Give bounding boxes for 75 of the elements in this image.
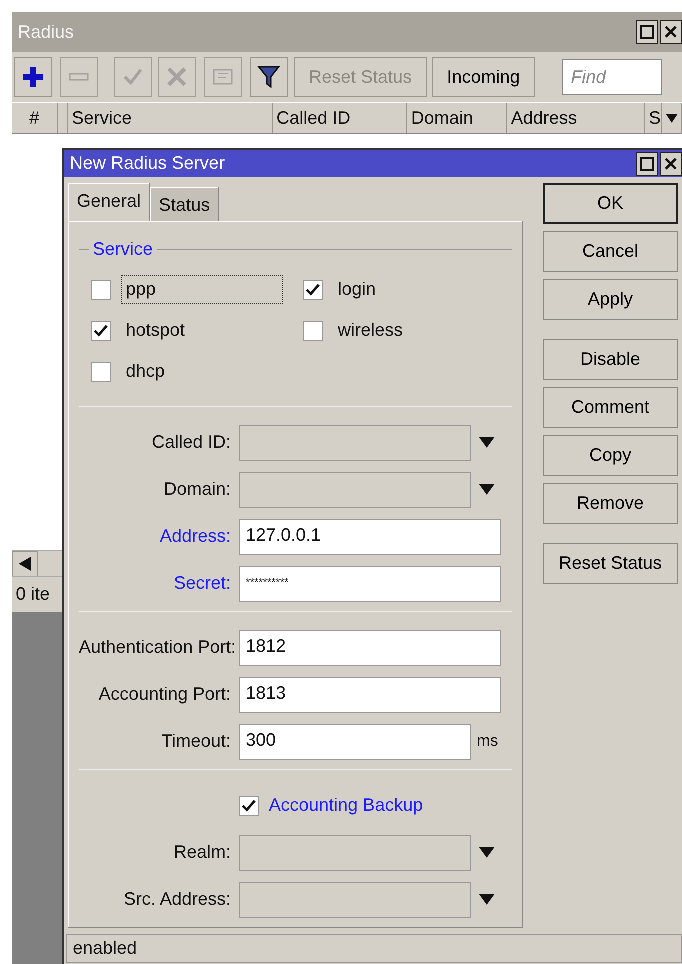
- dropdown-icon: [666, 114, 678, 124]
- dialog-button[interactable]: OK: [543, 183, 678, 224]
- checkmark-icon: [306, 284, 320, 296]
- window-title: Radius: [18, 20, 74, 44]
- column-header: Called ID: [272, 103, 408, 133]
- checkbox-label: ppp: [121, 275, 283, 304]
- dialog-button[interactable]: Disable: [543, 339, 678, 380]
- filter-button[interactable]: [250, 57, 288, 97]
- dialog-button[interactable]: Comment: [543, 387, 678, 428]
- dialog-title: New Radius Server: [70, 152, 226, 175]
- dialog-button[interactable]: Copy: [543, 435, 678, 476]
- close-icon: [664, 25, 678, 39]
- column-header: Domain: [407, 103, 508, 133]
- checkbox-label: wireless: [337, 319, 404, 342]
- field-label: Domain:: [162, 478, 232, 501]
- field-label: Secret:: [172, 572, 232, 595]
- close-button[interactable]: [660, 152, 682, 176]
- input-field[interactable]: 1812: [239, 630, 501, 666]
- left-arrow-icon: [19, 557, 31, 571]
- checkbox-label: login: [337, 278, 378, 301]
- column-header: Address: [507, 103, 646, 133]
- checkbox[interactable]: [91, 362, 111, 382]
- filter-icon: [256, 64, 282, 90]
- plus-button[interactable]: [14, 57, 52, 97]
- dropdown-icon: [479, 484, 495, 496]
- field-label: Called ID:: [150, 431, 232, 454]
- column-header: Service: [68, 103, 273, 133]
- field-label: Authentication Port:: [79, 636, 238, 659]
- toolbar-button[interactable]: Incoming: [432, 57, 536, 97]
- field-label: Timeout:: [160, 730, 232, 753]
- checkbox[interactable]: [239, 796, 259, 816]
- checkbox[interactable]: [303, 280, 323, 300]
- input-field[interactable]: 1813: [239, 676, 501, 712]
- checkbox-label: dhcp: [125, 360, 166, 383]
- find-field[interactable]: Find: [562, 59, 662, 95]
- checkbox-label: Accounting Backup: [268, 794, 424, 817]
- dialog-button[interactable]: Reset Status: [543, 543, 678, 584]
- checkmark-icon: [242, 800, 256, 812]
- dialog-button[interactable]: Apply: [543, 279, 678, 320]
- dropdown-icon: [479, 894, 495, 906]
- checkmark-icon: [94, 324, 108, 336]
- column-header: S: [645, 103, 662, 133]
- input-field[interactable]: **********: [239, 566, 501, 602]
- dropdown-field[interactable]: [239, 882, 471, 918]
- plus-icon: [20, 64, 46, 90]
- dialog-button[interactable]: Cancel: [543, 231, 678, 272]
- maximize-button[interactable]: [636, 152, 658, 176]
- dialog-button[interactable]: Remove: [543, 483, 678, 524]
- section-heading: Service: [79, 236, 512, 263]
- tab[interactable]: General: [68, 183, 150, 221]
- close-icon: [664, 156, 678, 170]
- field-label: Accounting Port:: [98, 683, 232, 706]
- field-label: Src. Address:: [122, 888, 232, 911]
- input-field[interactable]: 127.0.0.1: [239, 518, 501, 554]
- maximize-icon: [640, 156, 654, 170]
- unit-label: ms: [477, 732, 498, 752]
- tab[interactable]: Status: [150, 187, 220, 221]
- column-header: #: [12, 103, 58, 133]
- maximize-button[interactable]: [636, 20, 658, 44]
- dropdown-icon: [479, 436, 495, 448]
- field-label: Address:: [158, 525, 232, 548]
- checkbox[interactable]: [303, 320, 323, 340]
- field-label: Realm:: [172, 841, 232, 864]
- checkbox[interactable]: [91, 280, 111, 300]
- maximize-icon: [640, 25, 654, 39]
- dropdown-field[interactable]: [239, 424, 471, 460]
- dropdown-icon: [479, 846, 495, 858]
- status-text: enabled: [66, 934, 682, 963]
- close-button[interactable]: [660, 20, 682, 44]
- dropdown-field[interactable]: [239, 472, 471, 508]
- checkbox-label: hotspot: [125, 319, 186, 342]
- input-field[interactable]: 300: [239, 724, 471, 760]
- checkbox[interactable]: [91, 320, 111, 340]
- dropdown-field[interactable]: [239, 834, 471, 870]
- scroll-left-button[interactable]: [12, 551, 38, 577]
